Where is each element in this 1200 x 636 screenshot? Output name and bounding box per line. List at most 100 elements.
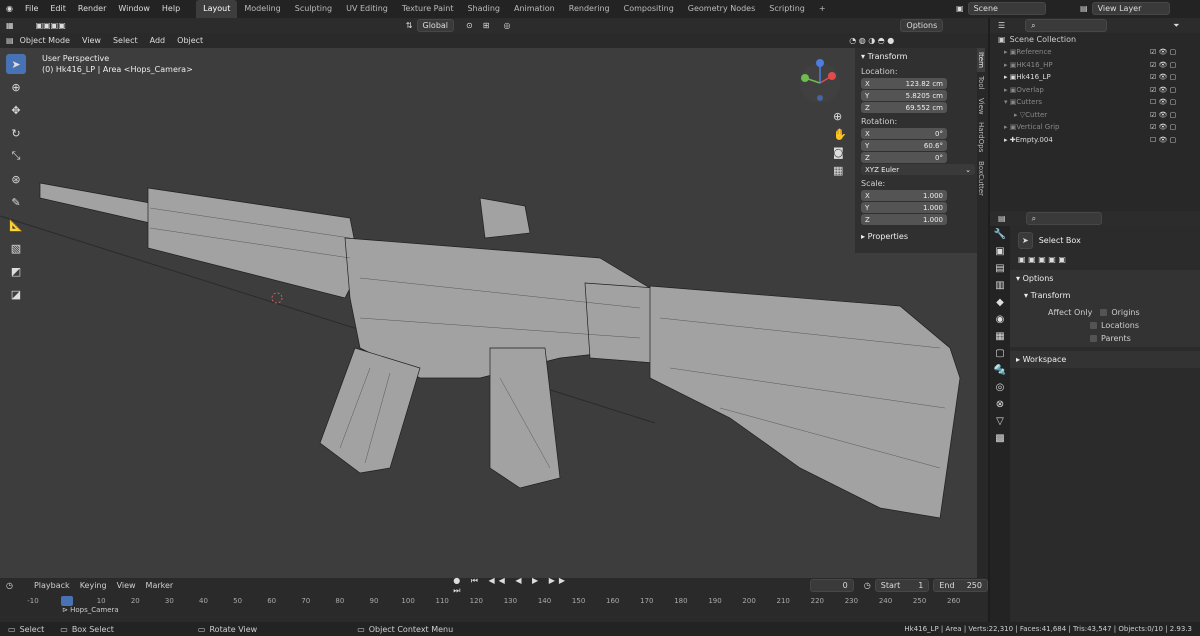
- select-mode-buttons[interactable]: ▣ ▣ ▣ ▣ ▣: [1010, 255, 1200, 264]
- camera-icon[interactable]: ◙: [833, 144, 847, 162]
- menu-select[interactable]: Select: [107, 33, 144, 48]
- checkbox-eye-icon[interactable]: ☑ 👁 ▢: [1150, 121, 1176, 134]
- origins-checkbox[interactable]: [1100, 309, 1108, 316]
- annotate-tool-icon[interactable]: ✎: [6, 192, 26, 212]
- physics-tab-icon[interactable]: ◎: [990, 379, 1010, 396]
- checkbox-eye-icon[interactable]: ☑ 👁 ▢: [1150, 84, 1176, 97]
- boxcutter-tool-icon[interactable]: ◩: [6, 261, 26, 281]
- render-tab-icon[interactable]: ▣: [990, 243, 1010, 260]
- menu-timeline-view[interactable]: View: [112, 581, 141, 590]
- select-mode-icons[interactable]: ▣▣▣▣: [36, 21, 66, 30]
- world-tab-icon[interactable]: ◉: [990, 311, 1010, 328]
- options-section-header[interactable]: ▾ Options: [1010, 270, 1200, 287]
- outliner-editor-icon[interactable]: ☰: [998, 21, 1005, 30]
- end-frame-field[interactable]: End 250: [933, 579, 988, 592]
- rotation-z-field[interactable]: Z 0°: [861, 152, 947, 163]
- location-x-field[interactable]: X 123.82 cm: [861, 78, 947, 89]
- scale-z-field[interactable]: Z 1.000: [861, 214, 947, 225]
- expand-icon[interactable]: ▸ ▣: [1004, 86, 1016, 94]
- scene-field[interactable]: Scene: [967, 2, 1046, 15]
- current-frame-field[interactable]: 0: [809, 579, 854, 592]
- options-dropdown[interactable]: Options: [900, 19, 944, 32]
- properties-search-icon[interactable]: ⌕: [1025, 212, 1102, 225]
- playhead[interactable]: [61, 596, 73, 606]
- tab-geometry-nodes[interactable]: Geometry Nodes: [681, 0, 762, 18]
- location-z-field[interactable]: Z 69.552 cm: [861, 102, 947, 113]
- add-workspace-icon[interactable]: +: [812, 0, 833, 18]
- rotation-y-field[interactable]: Y 60.6°: [861, 140, 947, 151]
- pan-hand-icon[interactable]: ✋: [833, 126, 847, 144]
- frame-ruler[interactable]: -100102030405060708090100110120130140150…: [0, 597, 988, 607]
- checkbox-eye-icon[interactable]: ☑ 👁 ▢: [1150, 71, 1176, 84]
- tab-item[interactable]: Item: [977, 48, 985, 72]
- tool-tab-icon[interactable]: 🔧: [990, 226, 1010, 243]
- editor-type-icon[interactable]: ▦: [6, 21, 14, 30]
- output-tab-icon[interactable]: ▤: [990, 260, 1010, 277]
- scale-tool-icon[interactable]: ⤡: [6, 146, 26, 166]
- transform-section-header[interactable]: ▾ Transform: [855, 48, 977, 65]
- camera-marker[interactable]: ⊳ Hops_Camera: [62, 606, 119, 614]
- select-box-icon[interactable]: ➤: [1018, 232, 1033, 249]
- tab-view[interactable]: View: [977, 94, 985, 119]
- view-layer-field[interactable]: View Layer: [1091, 2, 1170, 15]
- menu-object[interactable]: Object: [171, 33, 209, 48]
- menu-add[interactable]: Add: [144, 33, 172, 48]
- view-layer-tab-icon[interactable]: ▥: [990, 277, 1010, 294]
- proportional-edit-icon[interactable]: ◎: [503, 21, 510, 30]
- checkbox-eye-icon[interactable]: ☑ 👁 ▢: [1150, 46, 1176, 59]
- move-tool-icon[interactable]: ✥: [6, 100, 26, 120]
- expand-icon[interactable]: ▾ ▣: [1004, 98, 1016, 106]
- transform-subsection-header[interactable]: ▾ Transform: [1010, 287, 1200, 304]
- tab-sculpting[interactable]: Sculpting: [288, 0, 339, 18]
- collection-tab-icon[interactable]: ▦: [990, 328, 1010, 345]
- menu-file[interactable]: File: [19, 0, 44, 18]
- pivot-icon[interactable]: ⊙: [466, 21, 473, 30]
- menu-help[interactable]: Help: [156, 0, 186, 18]
- menu-marker[interactable]: Marker: [141, 581, 179, 590]
- zoom-icon[interactable]: ⊕: [833, 108, 847, 126]
- checkbox-eye-icon[interactable]: ☐ 👁 ▢: [1150, 96, 1176, 109]
- shading-mode-icons[interactable]: ◔ ◍ ◑ ◓ ●: [849, 36, 894, 45]
- rotate-tool-icon[interactable]: ↻: [6, 123, 26, 143]
- menu-view[interactable]: View: [76, 33, 107, 48]
- tab-modeling[interactable]: Modeling: [237, 0, 287, 18]
- scale-x-field[interactable]: X 1.000: [861, 190, 947, 201]
- filter-icon[interactable]: ⏷: [1173, 21, 1179, 31]
- start-frame-field[interactable]: Start 1: [874, 579, 930, 592]
- 3d-viewport[interactable]: User Perspective (0) Hk416_LP | Area <Ho…: [0, 48, 988, 578]
- parents-checkbox[interactable]: [1090, 335, 1097, 342]
- menu-render[interactable]: Render: [72, 0, 112, 18]
- expand-icon[interactable]: ▸ ▣: [1004, 61, 1016, 69]
- tab-scripting[interactable]: Scripting: [762, 0, 812, 18]
- checkbox-eye-icon[interactable]: ☐ 👁 ▢: [1150, 134, 1176, 147]
- properties-section-header[interactable]: ▸ Properties: [855, 226, 977, 247]
- tab-animation[interactable]: Animation: [507, 0, 562, 18]
- menu-edit[interactable]: Edit: [44, 0, 72, 18]
- grid-icon[interactable]: ▦: [833, 162, 847, 180]
- location-y-field[interactable]: Y 5.8205 cm: [861, 90, 947, 101]
- orientation-dropdown[interactable]: Global: [416, 19, 455, 32]
- menu-playback[interactable]: Playback: [29, 581, 75, 590]
- timeline-editor-icon[interactable]: ◷: [6, 581, 13, 590]
- object-tab-icon[interactable]: ▢: [990, 345, 1010, 362]
- checkbox-eye-icon[interactable]: ☑ 👁 ▢: [1150, 109, 1176, 122]
- rotation-x-field[interactable]: X 0°: [861, 128, 947, 139]
- expand-icon[interactable]: ▸ ▣: [1004, 48, 1016, 56]
- expand-icon[interactable]: ▸ ▣: [1004, 123, 1016, 131]
- hardops-tool-icon[interactable]: ◪: [6, 284, 26, 304]
- workspace-section-header[interactable]: ▸ Workspace: [1010, 351, 1200, 368]
- snap-icon[interactable]: ⊞: [483, 21, 490, 30]
- add-cube-tool-icon[interactable]: ▧: [6, 238, 26, 258]
- tab-compositing[interactable]: Compositing: [617, 0, 681, 18]
- cursor-tool-icon[interactable]: ⊕: [6, 77, 26, 97]
- tab-shading[interactable]: Shading: [460, 0, 507, 18]
- tab-boxcutter[interactable]: BoxCutter: [977, 157, 985, 200]
- blender-logo-icon[interactable]: ◉: [0, 0, 19, 18]
- transform-tool-icon[interactable]: ⊛: [6, 169, 26, 189]
- texture-tab-icon[interactable]: ▩: [990, 430, 1010, 447]
- measure-tool-icon[interactable]: 📐: [6, 215, 26, 235]
- data-tab-icon[interactable]: ▽: [990, 413, 1010, 430]
- tab-rendering[interactable]: Rendering: [562, 0, 617, 18]
- tab-texture-paint[interactable]: Texture Paint: [395, 0, 461, 18]
- tab-hardops[interactable]: HardOps: [977, 118, 985, 156]
